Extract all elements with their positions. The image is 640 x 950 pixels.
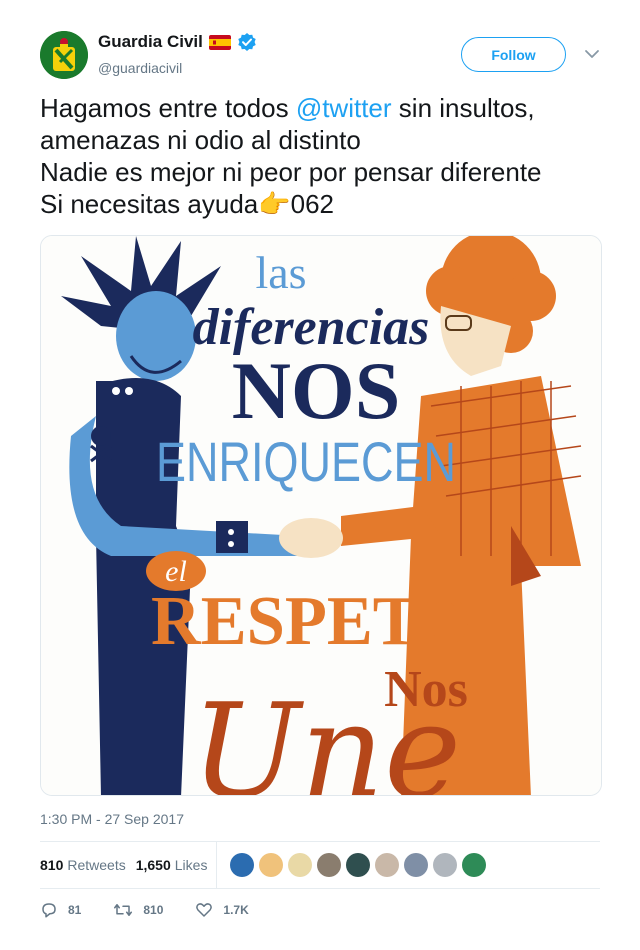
stats-separator — [216, 842, 217, 888]
poster-text-respeto: RESPETO — [151, 583, 471, 660]
follow-button[interactable]: Follow — [461, 37, 566, 72]
liker-avatar[interactable] — [433, 853, 457, 877]
verified-badge-icon — [237, 32, 257, 52]
liker-avatar[interactable] — [259, 853, 283, 877]
retweet-count: 810 — [143, 903, 164, 917]
tweet-text-line: Nadie es mejor ni peor por pensar difere… — [40, 157, 542, 187]
retweets-label: Retweets — [67, 857, 126, 873]
poster-text-nos: NOS — [232, 345, 401, 436]
heart-icon — [196, 903, 213, 917]
tweet-text-line: amenazas ni odio al distinto — [40, 125, 361, 155]
liker-avatar[interactable] — [346, 853, 370, 877]
liker-avatar[interactable] — [230, 853, 254, 877]
pointing-hand-emoji: 👉 — [258, 189, 291, 219]
tweet-media-image[interactable]: las diferencias NOS ENRIQUECEN el RESPET… — [40, 235, 602, 796]
account-name[interactable]: Guardia Civil — [98, 32, 203, 52]
chevron-down-icon[interactable] — [584, 47, 600, 61]
tweet-stats: 810 Retweets 1,650 Likes — [40, 842, 600, 888]
like-count: 1.7K — [223, 903, 249, 917]
tweet-text-segment: Hagamos entre todos — [40, 93, 296, 123]
account-handle[interactable]: @guardiacivil — [98, 60, 182, 76]
poster-text-las: las — [255, 247, 306, 298]
liker-avatar[interactable] — [317, 853, 341, 877]
retweets-count: 810 — [40, 857, 64, 873]
poster-text-une: Une — [191, 675, 461, 796]
account-avatar[interactable] — [40, 31, 88, 79]
likes-count: 1,650 — [135, 857, 171, 873]
tweet-text: Hagamos entre todos @twitter sin insulto… — [40, 92, 610, 220]
tweet-timestamp[interactable]: 1:30 PM - 27 Sep 2017 — [40, 811, 184, 827]
reply-button[interactable]: 81 — [40, 901, 81, 919]
tweet-text-segment: Si necesitas ayuda — [40, 189, 259, 219]
liker-avatar[interactable] — [288, 853, 312, 877]
retweet-button[interactable]: 810 — [113, 901, 163, 919]
liker-avatar[interactable] — [462, 853, 486, 877]
tweet-actions: 81 810 1.7K — [40, 898, 281, 922]
reply-count: 81 — [68, 903, 82, 917]
poster-text-enriquecen: ENRIQUECEN — [156, 430, 456, 493]
liker-avatar[interactable] — [404, 853, 428, 877]
likes-label: Likes — [174, 857, 208, 873]
liker-avatar[interactable] — [375, 853, 399, 877]
retweets-stat[interactable]: 810 Retweets — [40, 857, 126, 873]
liker-avatars — [230, 853, 486, 877]
tweet-header: Guardia Civil @guardiacivil Follow — [40, 30, 610, 82]
like-button[interactable]: 1.7K — [195, 901, 249, 919]
reply-icon — [42, 903, 56, 918]
likes-stat[interactable]: 1,650 Likes — [136, 857, 208, 873]
divider — [40, 888, 600, 889]
handshake-illustration — [279, 518, 343, 558]
tweet-text-segment: sin insultos, — [391, 93, 535, 123]
help-phone-number: 062 — [290, 189, 335, 219]
spain-flag-icon — [208, 34, 231, 50]
mention-link[interactable]: @twitter — [296, 93, 392, 123]
retweet-icon — [114, 904, 133, 916]
